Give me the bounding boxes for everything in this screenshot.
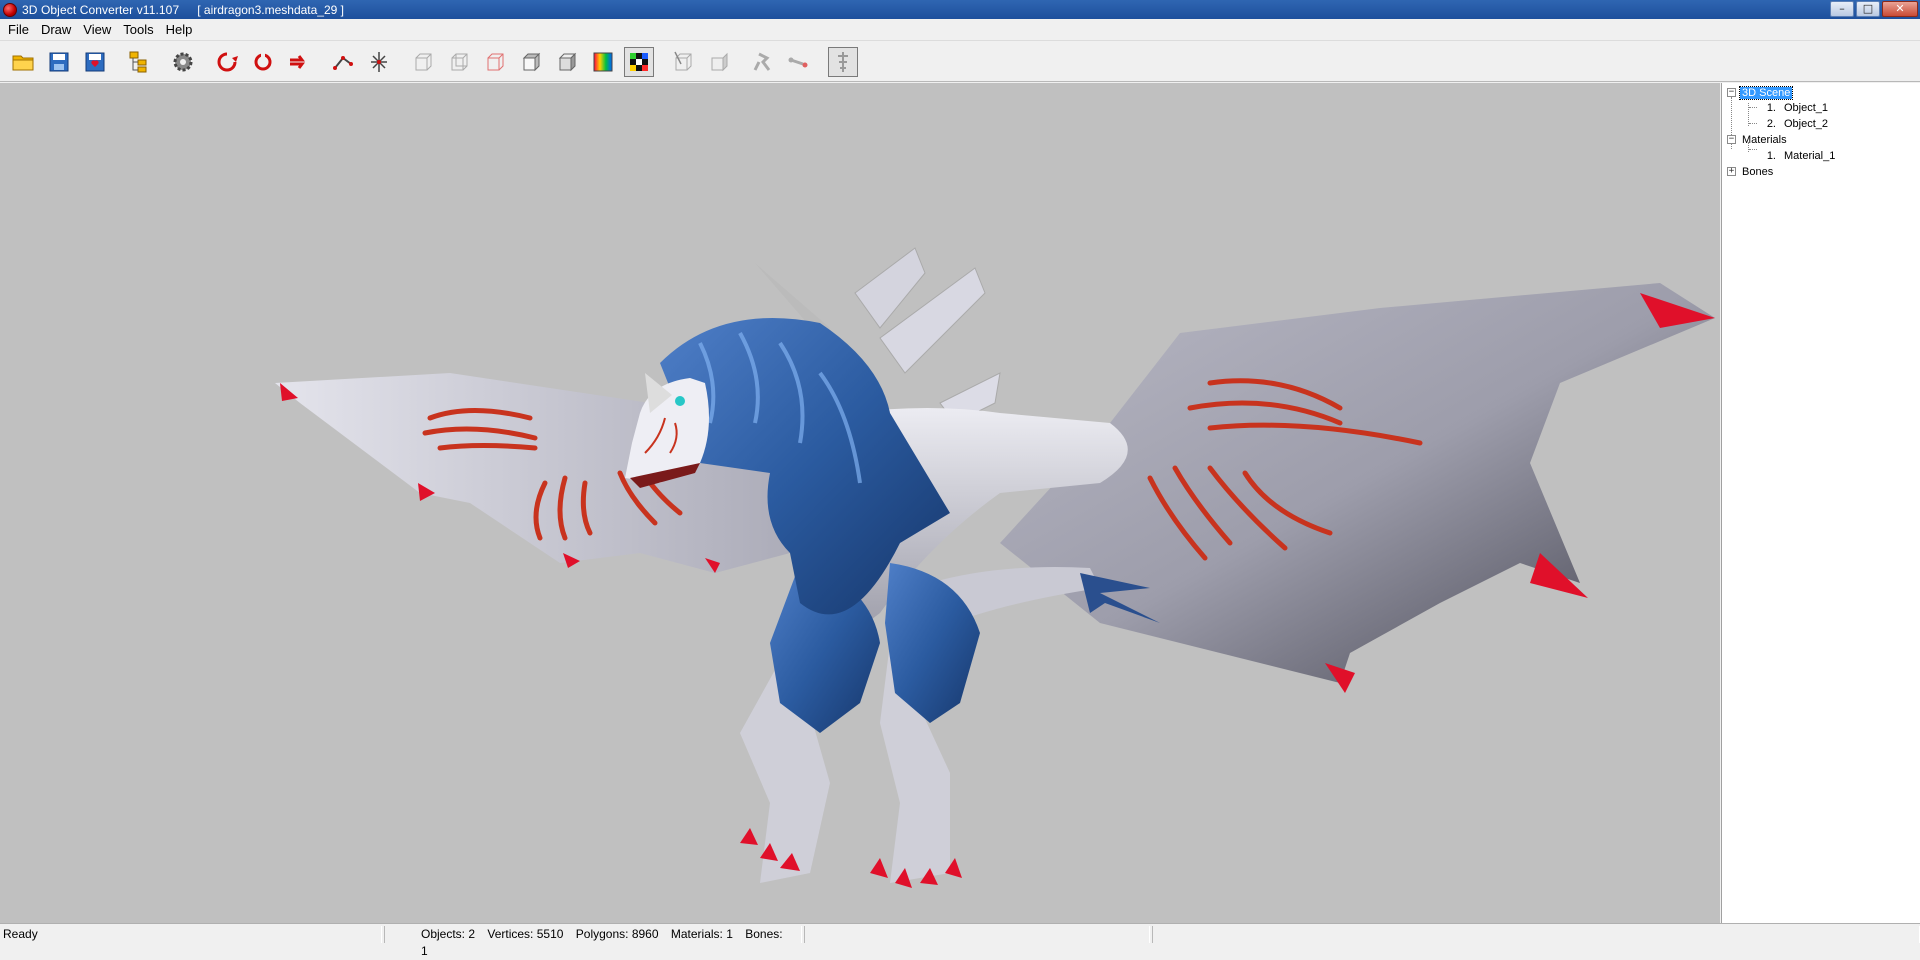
menu-tools[interactable]: Tools xyxy=(117,20,159,40)
animation-button[interactable] xyxy=(748,47,778,77)
status-objects: Objects: 2 xyxy=(421,927,476,941)
solid-cube-button[interactable] xyxy=(516,47,546,77)
tree-label-object-2[interactable]: Object_2 xyxy=(1782,118,1830,130)
scene-tree-panel: − 3D Scene 1. Object_1 2. Object_2 − Mat… xyxy=(1721,83,1920,923)
bone-icon xyxy=(788,57,808,67)
status-materials: Materials: 1 xyxy=(670,927,733,941)
animation-icon xyxy=(753,52,771,71)
backface-button[interactable] xyxy=(704,47,734,77)
open-folder-icon xyxy=(12,55,34,70)
status-vertices: Vertices: 5510 xyxy=(487,927,564,941)
save-icon xyxy=(49,52,69,71)
save-as-button[interactable] xyxy=(80,47,110,77)
tree-node-3d-scene[interactable]: − 3D Scene xyxy=(1727,85,1794,100)
rotate-z-button[interactable] xyxy=(284,47,314,77)
title-bar: 3D Object Converter v11.107 [ airdragon3… xyxy=(0,0,1920,19)
settings-button[interactable] xyxy=(168,47,198,77)
tree-label-materials[interactable]: Materials xyxy=(1740,134,1789,146)
tree-index: 1. xyxy=(1766,149,1776,162)
rotate-z-icon xyxy=(290,54,305,69)
tree-index: 2. xyxy=(1766,117,1776,130)
scene-tree-button[interactable] xyxy=(124,47,154,77)
window-file-name: [ airdragon3.meshdata_29 ] xyxy=(197,2,344,17)
menu-file[interactable]: File xyxy=(2,20,35,40)
close-button[interactable]: ✕ xyxy=(1882,1,1918,17)
status-panel-empty xyxy=(804,926,1150,943)
wireframe-red-icon xyxy=(487,53,504,70)
menu-bar: File Draw View Tools Help xyxy=(0,19,1920,41)
3d-viewport[interactable] xyxy=(0,83,1720,923)
dragon-eye xyxy=(675,396,685,406)
dragon-model xyxy=(275,247,1715,888)
wireframe-red-button[interactable] xyxy=(480,47,510,77)
menu-draw[interactable]: Draw xyxy=(35,20,77,40)
rotate-x-button[interactable] xyxy=(212,47,242,77)
menu-view[interactable]: View xyxy=(77,20,117,40)
backface-icon xyxy=(711,52,728,71)
skeleton-button[interactable] xyxy=(828,46,858,77)
vertices-icon xyxy=(333,55,353,70)
tree-node-material-1[interactable]: 1. Material_1 xyxy=(1758,148,1837,163)
normals-button[interactable] xyxy=(668,47,698,77)
status-state: Ready xyxy=(0,926,382,943)
rotate-y-button[interactable] xyxy=(248,47,278,77)
app-icon[interactable] xyxy=(3,2,17,17)
expand-icon[interactable]: + xyxy=(1727,167,1736,176)
menu-help[interactable]: Help xyxy=(160,20,199,40)
texture-cube-button[interactable] xyxy=(624,46,654,77)
scene-tree-icon xyxy=(129,51,147,72)
toolbar xyxy=(0,42,1920,82)
wireframe-front-button[interactable] xyxy=(408,47,438,77)
save-as-icon xyxy=(85,52,105,71)
status-bar: Ready Objects: 2 Vertices: 5510 Polygons… xyxy=(0,923,1920,958)
tree-node-object-2[interactable]: 2. Object_2 xyxy=(1758,116,1830,131)
status-panel-empty xyxy=(1152,926,1920,943)
solid-cube-icon xyxy=(522,52,541,71)
collapse-icon[interactable]: − xyxy=(1727,135,1736,144)
normals-icon xyxy=(674,51,692,70)
shaded-cube-button[interactable] xyxy=(552,47,582,77)
tree-label-3d-scene[interactable]: 3D Scene xyxy=(1738,85,1794,100)
window-controls: – □ ✕ xyxy=(1830,1,1918,17)
tree-label-bones[interactable]: Bones xyxy=(1740,166,1775,178)
color-cube-icon xyxy=(593,52,613,71)
status-stats: Objects: 2 Vertices: 5510 Polygons: 8960… xyxy=(384,926,802,958)
shaded-cube-icon xyxy=(558,52,577,71)
wireframe-side-icon xyxy=(451,53,468,70)
tree-node-materials[interactable]: − Materials xyxy=(1727,132,1789,147)
texture-cube-icon xyxy=(630,52,648,71)
tree-node-object-1[interactable]: 1. Object_1 xyxy=(1758,100,1830,115)
tree-label-object-1[interactable]: Object_1 xyxy=(1782,102,1830,114)
open-button[interactable] xyxy=(8,47,38,77)
wireframe-front-icon xyxy=(415,53,432,70)
collapse-icon[interactable]: − xyxy=(1727,88,1736,97)
color-cube-button[interactable] xyxy=(588,47,618,77)
minimize-button[interactable]: – xyxy=(1830,1,1854,17)
settings-gear-icon xyxy=(173,52,193,71)
right-wing xyxy=(1000,283,1715,683)
bone-button[interactable] xyxy=(784,47,814,77)
skeleton-icon xyxy=(838,51,848,72)
tree-index: 1. xyxy=(1766,101,1776,114)
rotate-x-icon xyxy=(217,52,238,71)
center-axes-button[interactable] xyxy=(364,47,394,77)
wireframe-side-button[interactable] xyxy=(444,47,474,77)
save-button[interactable] xyxy=(44,47,74,77)
tree-label-material-1[interactable]: Material_1 xyxy=(1782,150,1837,162)
window-title: 3D Object Converter v11.107 xyxy=(22,2,180,17)
center-axes-icon xyxy=(371,51,387,72)
rotate-y-icon xyxy=(254,51,272,70)
maximize-button[interactable]: □ xyxy=(1856,1,1880,17)
status-polygons: Polygons: 8960 xyxy=(575,927,659,941)
vertices-button[interactable] xyxy=(328,47,358,77)
tree-node-bones[interactable]: + Bones xyxy=(1727,164,1775,179)
